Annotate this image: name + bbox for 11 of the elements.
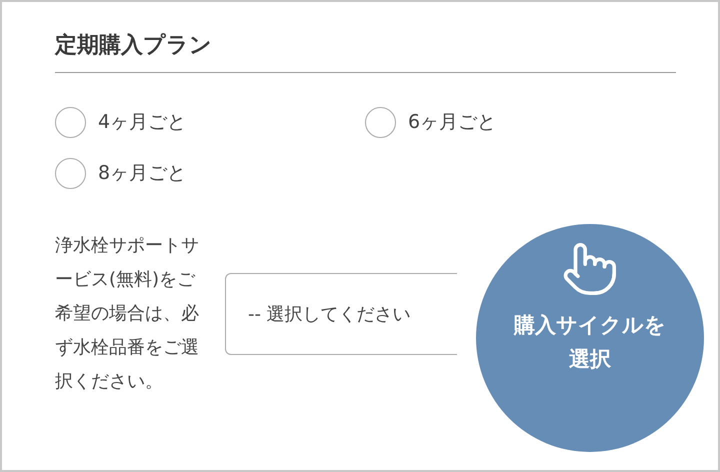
- radio-button[interactable]: [55, 107, 86, 138]
- select-field[interactable]: -- 選択してください: [225, 273, 457, 355]
- radio-button[interactable]: [55, 158, 86, 189]
- section-title: 定期購入プラン: [55, 30, 676, 73]
- pointing-hand-icon: [561, 240, 619, 298]
- callout-text: 購入サイクルを選択: [512, 312, 667, 373]
- support-note: 浄水栓サポートサービス(無料)をご希望の場合は、必ず水栓品番をご選択ください。: [55, 234, 200, 394]
- radio-label: 6ヶ月ごと: [408, 110, 496, 136]
- radio-label: 4ヶ月ごと: [98, 110, 186, 136]
- radio-label: 8ヶ月ごと: [98, 161, 186, 186]
- radio-button[interactable]: [365, 107, 396, 138]
